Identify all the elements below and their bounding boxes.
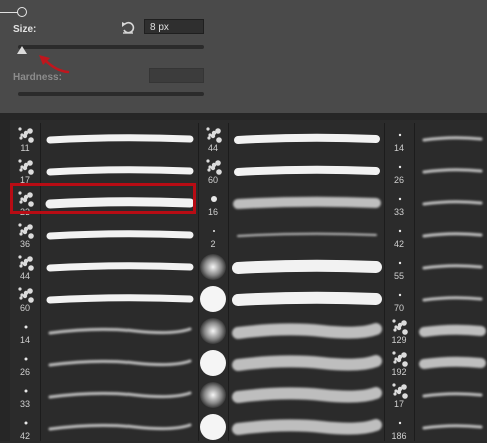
brush-stroke-preview	[422, 392, 483, 398]
brush-tip-dot-icon	[24, 357, 28, 361]
brush-stroke-preview	[46, 134, 194, 144]
brush-stroke-preview	[48, 423, 192, 431]
brush-stroke-preview	[234, 133, 380, 144]
brush-stroke-preview	[232, 259, 382, 274]
brush-size-label: 14	[19, 335, 30, 345]
brush-tip-dot-icon	[398, 197, 402, 201]
brush-stroke-preview	[48, 391, 192, 399]
brush-size-label: 16	[207, 207, 218, 217]
brush-size-label: 36	[19, 239, 30, 249]
brush-stroke-preview	[422, 168, 483, 174]
column-separator	[384, 123, 385, 441]
brush-tip-dot-icon	[398, 165, 402, 169]
brush-tip-scatter-icon	[206, 159, 222, 175]
brush-tip-dot-icon	[24, 421, 28, 425]
brush-size-label: 17	[393, 399, 404, 409]
brush-tip-round-icon	[200, 414, 226, 440]
brush-tip-dot-icon	[398, 133, 402, 137]
brush-stroke-preview	[46, 166, 194, 176]
brush-size-label: 60	[207, 175, 218, 185]
brush-stroke-preview	[419, 324, 486, 337]
brush-size-label: 2	[210, 239, 216, 249]
brush-size-label: 33	[393, 207, 404, 217]
brush-size-label: 70	[393, 303, 404, 313]
brush-tip-scatter-icon	[392, 351, 408, 367]
brush-stroke-preview	[237, 232, 377, 237]
brush-tip-scatter-icon	[18, 287, 34, 303]
brush-stroke-preview	[422, 232, 483, 238]
brush-stroke-preview	[232, 323, 382, 339]
brush-size-label: 55	[393, 271, 404, 281]
brush-size-label: 192	[391, 367, 407, 377]
brush-tip-dot-icon	[24, 389, 28, 393]
brush-tip-dot-icon	[398, 293, 402, 297]
brush-tip-round-icon	[200, 318, 226, 344]
brush-size-label: 186	[391, 431, 407, 441]
brush-tip-dot-icon	[398, 261, 402, 265]
brush-size-label: 26	[393, 175, 404, 185]
brush-stroke-preview	[422, 296, 483, 302]
brush-tip-scatter-icon	[18, 127, 34, 143]
brush-stroke-preview	[233, 196, 381, 209]
brush-tip-round-icon	[200, 382, 226, 408]
selected-brush-highlight	[10, 183, 196, 214]
brush-stroke-preview	[48, 359, 192, 367]
brush-stroke-preview	[48, 327, 192, 335]
brush-stroke-preview	[232, 291, 382, 306]
column-separator	[198, 123, 199, 441]
brush-tip-scatter-icon	[206, 127, 222, 143]
brush-tip-dot-icon	[398, 229, 402, 233]
brush-tip-round-icon	[200, 350, 226, 376]
brush-tip-scatter-icon	[18, 255, 34, 271]
brush-size-label: 60	[19, 303, 30, 313]
brush-tip-scatter-icon	[392, 383, 408, 399]
brush-size-label: 14	[393, 143, 404, 153]
brush-stroke-preview	[422, 136, 483, 142]
brush-tip-scatter-icon	[392, 319, 408, 335]
brush-stroke-preview	[234, 165, 380, 176]
brush-tip-round-icon	[200, 286, 226, 312]
brush-tip-scatter-icon	[18, 159, 34, 175]
brush-tip-dot-icon	[211, 196, 217, 202]
brush-stroke-preview	[232, 387, 382, 403]
brush-size-label: 129	[391, 335, 407, 345]
brush-stroke-preview	[232, 419, 382, 435]
brush-stroke-preview	[46, 262, 194, 272]
brush-tip-dot-icon	[24, 325, 28, 329]
brush-tip-dot-icon	[398, 421, 402, 425]
brush-size-label: 11	[20, 143, 30, 153]
brush-stroke-preview	[422, 424, 483, 430]
brush-size-label: 33	[19, 399, 30, 409]
brush-tip-scatter-icon	[18, 223, 34, 239]
brush-tip-dot-icon	[213, 230, 215, 232]
brush-stroke-preview	[422, 200, 483, 206]
brush-size-label: 44	[19, 271, 30, 281]
brush-size-label: 44	[207, 143, 218, 153]
brush-stroke-preview	[232, 355, 382, 371]
brush-size-label: 26	[19, 367, 30, 377]
brush-stroke-preview	[422, 264, 483, 270]
brush-stroke-preview	[46, 294, 194, 304]
brush-size-label: 42	[393, 239, 404, 249]
brush-stroke-preview	[419, 356, 486, 369]
brush-tip-round-icon	[200, 254, 226, 280]
brush-size-label: 42	[19, 431, 30, 441]
brush-grid-content: 11 17 23 36 44 60 14 26 33 42 44 60 16 2 14 26 33 42 55 70 1…	[0, 0, 487, 441]
brush-stroke-preview	[46, 230, 194, 240]
